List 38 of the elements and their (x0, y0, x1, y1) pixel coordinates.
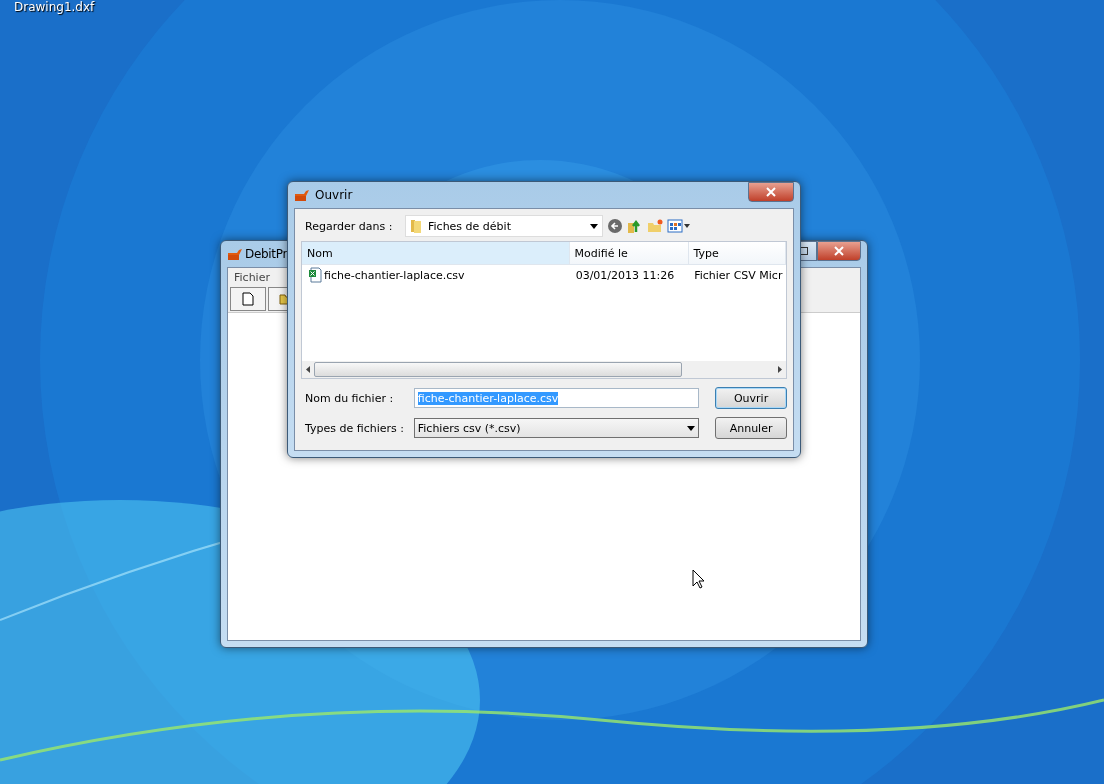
window-title: DebitPr (245, 247, 288, 261)
file-name: fiche-chantier-laplace.csv (324, 268, 465, 282)
column-header[interactable]: Modifié le (569, 242, 689, 264)
folder-up-icon[interactable] (627, 218, 643, 234)
look-in-dropdown[interactable]: Fiches de débit (405, 215, 603, 237)
spreadsheet-icon (308, 267, 322, 283)
look-in-label: Regarder dans : (304, 219, 394, 233)
dropdown-arrow-icon (590, 223, 598, 229)
document-icon (242, 292, 254, 306)
app-icon (227, 246, 243, 262)
desktop-icon-label[interactable]: Drawing1.dxf (14, 0, 95, 14)
file-type-label: Types de fichiers : (304, 421, 405, 435)
folder-icon (410, 218, 422, 234)
scroll-left-icon[interactable] (306, 366, 310, 373)
filename-label: Nom du fichier : (304, 391, 395, 405)
close-button[interactable] (748, 182, 794, 202)
file-type-dropdown[interactable]: Fichiers csv (*.csv) (413, 418, 700, 438)
new-folder-icon[interactable] (647, 218, 663, 234)
new-document-button[interactable] (230, 287, 266, 311)
scroll-right-icon[interactable] (778, 366, 782, 373)
mouse-cursor-icon (692, 569, 704, 589)
file-modified: 03/01/2013 11:26 (574, 268, 676, 282)
horizontal-scrollbar[interactable] (302, 361, 786, 378)
cancel-button[interactable]: Annuler (715, 417, 787, 439)
close-button[interactable] (817, 241, 861, 261)
column-header[interactable]: Type (688, 242, 786, 264)
close-icon (834, 246, 844, 256)
dropdown-arrow-icon (687, 425, 696, 431)
column-header[interactable]: Nom (302, 242, 570, 264)
back-icon[interactable] (607, 218, 623, 234)
view-menu-icon[interactable] (667, 218, 691, 234)
close-icon (766, 187, 776, 197)
app-icon (294, 187, 310, 203)
open-button[interactable]: Ouvrir (715, 387, 787, 409)
menu-item[interactable]: Fichier (234, 270, 270, 284)
file-row[interactable]: fiche-chantier-laplace.csv 03/01/2013 11:26 Fichier CSV Micr (302, 265, 786, 285)
dialog-title: Ouvrir (315, 188, 353, 202)
file-type: Fichier CSV Micr (693, 268, 784, 282)
